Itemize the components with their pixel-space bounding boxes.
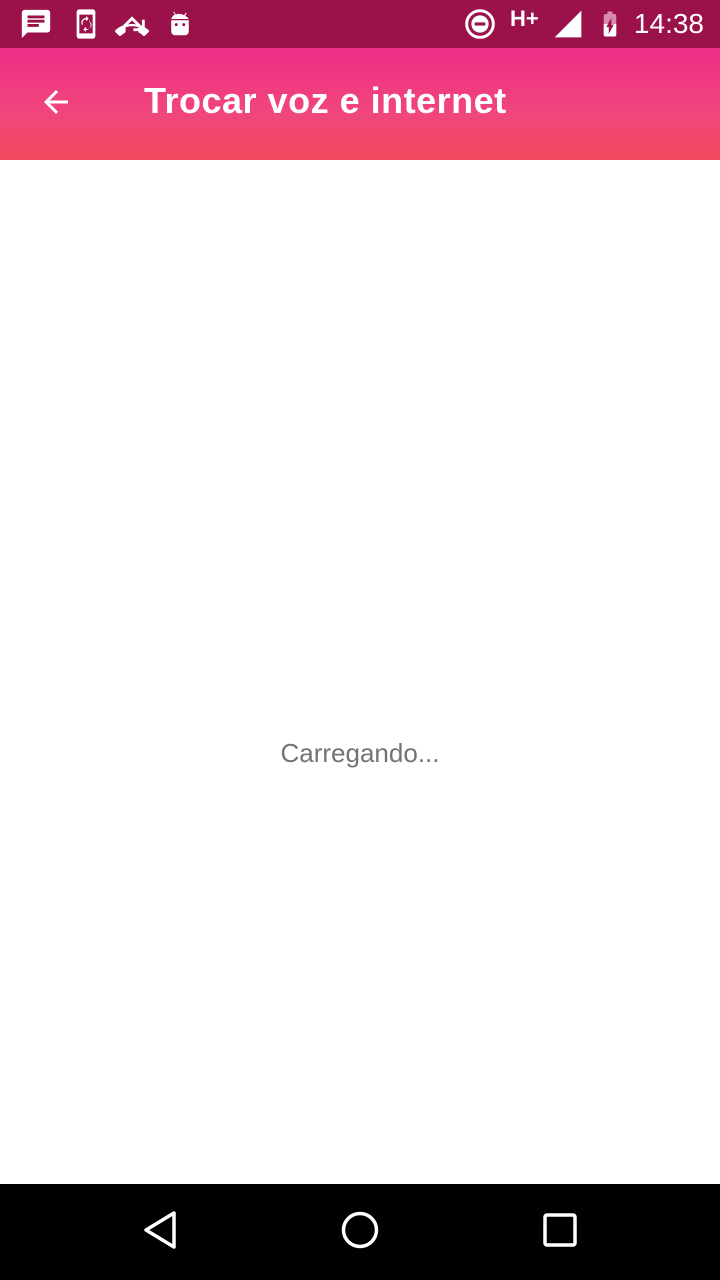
navigation-bar [0,1184,720,1280]
signal-icon [550,6,586,42]
status-bar: H+ 14:38 [0,0,720,48]
android-icon [162,6,198,42]
nav-home-button[interactable] [332,1204,388,1260]
back-button[interactable] [24,72,88,136]
arrow-back-icon [38,84,74,125]
do-not-disturb-icon [462,6,498,42]
missed-call-icon [114,6,150,42]
main-content: Carregando... [0,160,720,1184]
home-circle-icon [340,1210,380,1255]
message-icon [18,6,54,42]
loading-text: Carregando... [280,738,440,768]
nav-back-button[interactable] [132,1204,188,1260]
nav-recents-button[interactable] [532,1204,588,1260]
page-title: Trocar voz e internet [144,80,507,121]
battery-charging-icon [592,6,628,42]
back-triangle-icon [140,1208,180,1257]
network-type-label: H+ [510,6,539,31]
app-bar: Trocar voz e internet [0,48,720,160]
status-clock: 14:38 [633,8,704,39]
recents-square-icon [542,1212,578,1253]
phone-sync-icon [68,6,104,42]
